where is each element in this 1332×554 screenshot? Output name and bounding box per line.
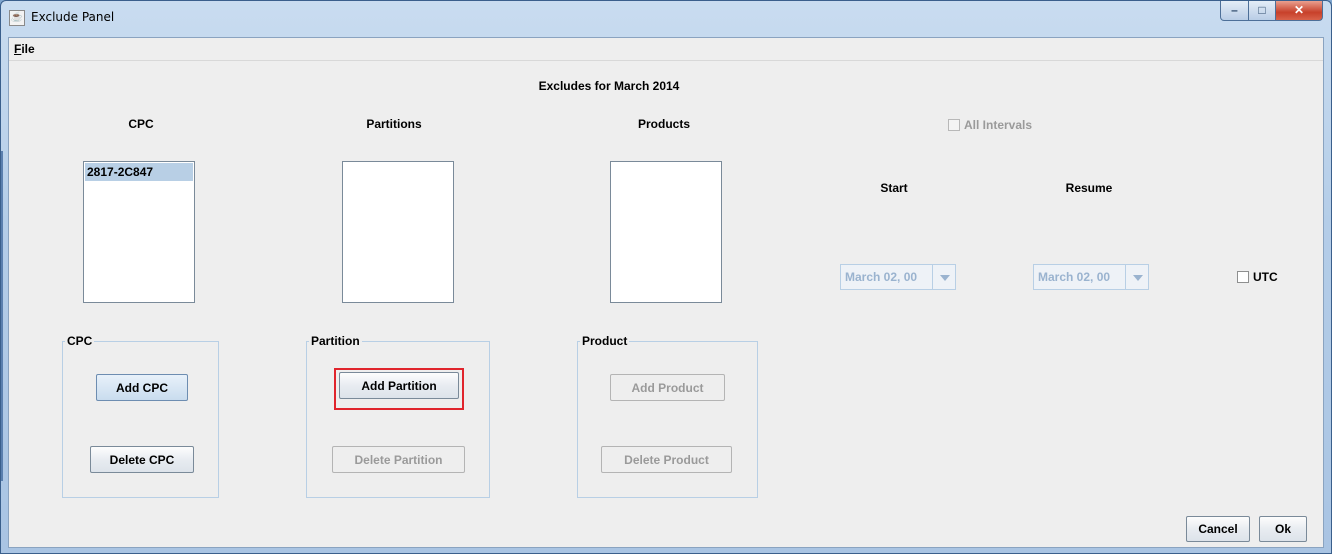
window-title: Exclude Panel	[31, 10, 115, 24]
utc-label: UTC	[1253, 270, 1278, 284]
window-edge	[1, 151, 3, 481]
ok-button[interactable]: Ok	[1259, 516, 1307, 542]
add-product-button[interactable]: Add Product	[610, 374, 725, 401]
resume-label: Resume	[1065, 181, 1113, 195]
cpc-group-title: CPC	[65, 334, 95, 348]
cpc-list[interactable]: 2817-2C847	[83, 161, 195, 303]
partition-group-title: Partition	[309, 334, 362, 348]
start-date-field[interactable]: March 02, 00	[840, 264, 933, 290]
utc-checkbox[interactable]	[1237, 271, 1249, 283]
delete-product-button[interactable]: Delete Product	[601, 446, 732, 473]
chevron-down-icon[interactable]	[932, 264, 956, 290]
partitions-list[interactable]	[342, 161, 454, 303]
exclude-panel-window: ☕ Exclude Panel – □ ✕ File Excludes for …	[0, 0, 1332, 554]
title-bar[interactable]: ☕ Exclude Panel – □ ✕	[1, 1, 1331, 37]
partitions-column-label: Partitions	[366, 117, 422, 131]
products-column-label: Products	[637, 117, 690, 131]
product-group: Product	[577, 334, 758, 498]
cpc-column-label: CPC	[128, 117, 154, 131]
add-partition-button[interactable]: Add Partition	[339, 372, 459, 399]
delete-cpc-button[interactable]: Delete CPC	[90, 446, 194, 473]
delete-partition-button[interactable]: Delete Partition	[332, 446, 465, 473]
page-title: Excludes for March 2014	[538, 79, 680, 93]
start-date-combo[interactable]: March 02, 00	[840, 264, 956, 290]
cpc-group: CPC	[62, 334, 219, 498]
content-pane: File Excludes for March 2014 CPC Partiti…	[8, 37, 1324, 548]
cancel-button[interactable]: Cancel	[1186, 516, 1250, 542]
resume-date-combo[interactable]: March 02, 00	[1033, 264, 1149, 290]
close-button[interactable]: ✕	[1275, 1, 1323, 21]
cpc-list-item[interactable]: 2817-2C847	[85, 163, 193, 181]
menu-file[interactable]: File	[14, 42, 35, 56]
products-list[interactable]	[610, 161, 722, 303]
all-intervals-label: All Intervals	[964, 118, 1033, 132]
start-label: Start	[880, 181, 908, 195]
product-group-title: Product	[580, 334, 630, 348]
maximize-button[interactable]: □	[1248, 1, 1276, 21]
partition-group: Partition	[306, 334, 490, 498]
resume-date-field[interactable]: March 02, 00	[1033, 264, 1126, 290]
menu-bar: File	[9, 38, 1323, 61]
java-icon: ☕	[9, 10, 25, 26]
chevron-down-icon[interactable]	[1125, 264, 1149, 290]
all-intervals-checkbox[interactable]	[948, 119, 960, 131]
minimize-button[interactable]: –	[1220, 1, 1249, 21]
add-cpc-button[interactable]: Add CPC	[96, 374, 188, 401]
